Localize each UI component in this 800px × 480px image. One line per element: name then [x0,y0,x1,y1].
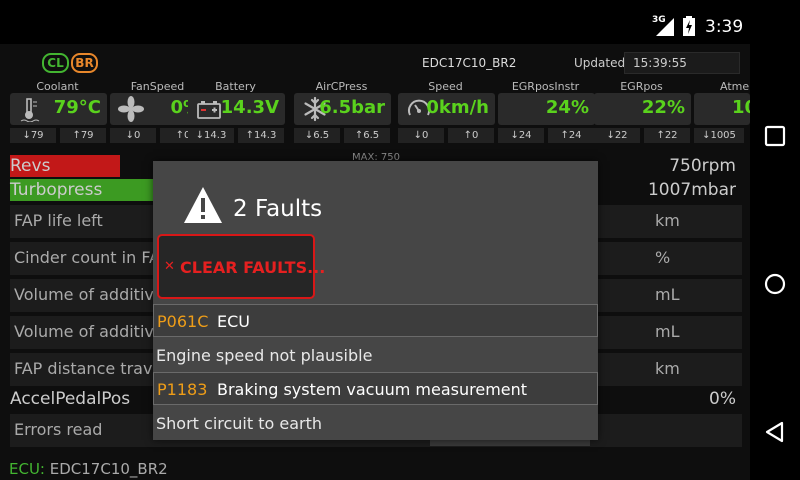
gauge-box: 10 [694,93,750,125]
gauge-value: 24% [545,97,589,118]
gauge-max: ↑24 [548,128,594,143]
row-label: FAP distance travell [14,359,172,378]
fault-module: Braking system vacuum measurement [217,380,528,399]
fault-description-row[interactable]: Short circuit to earth [153,407,598,440]
gauge-min: ↓22 [594,128,640,143]
row-unit: % [655,248,671,267]
ecu-footer: ECU: EDC17C10_BR2 [9,460,168,478]
gauge-coolant[interactable]: Coolant 79°C ↓79 ↑79 [8,80,107,146]
gauge-label: Atme [720,80,750,93]
clear-faults-label: CLEAR FAULTS... [180,258,326,277]
gauge-value: 10 [732,97,750,118]
faults-dialog: 2 Faults ✕ CLEAR FAULTS... P061C ECU Eng… [153,161,598,440]
gauge-atme[interactable]: Atme 10 ↓1005 [692,80,750,146]
fault-description-row[interactable]: Engine speed not plausible [153,339,598,372]
row-label: Turbopress [10,180,103,200]
gauge-value: 0km/h [426,97,489,118]
row-unit: mL [655,285,680,304]
gauge-egrpos[interactable]: EGRpos 22% ↓22 ↑22 [592,80,691,146]
gauge-box: 24% [498,93,595,125]
gauge-battery[interactable]: Battery 14.3V ↓14.3 ↑14.3 [186,80,285,146]
gauge-label: Battery [215,80,256,93]
row-label: Volume of additive [14,285,164,304]
row-unit: mL [655,322,680,341]
gauge-box: 0km/h [398,93,495,125]
gauge-max: ↑14.3 [238,128,284,143]
gauge-box: 6.5bar [294,93,391,125]
gauge-max: ↑0 [448,128,494,143]
gauge-label: Coolant [36,80,79,93]
cl-badge: CL [42,53,69,73]
gauge-value: 79°C [53,97,101,118]
gauge-label: AirCPress [315,80,368,93]
gauge-min: ↓0 [110,128,156,143]
gauge-box: 22% [594,93,691,125]
gauge-speed[interactable]: Speed 0km/h ↓0 ↑0 [396,80,495,146]
gauge-min: ↓14.3 [188,128,234,143]
thermometer-icon [20,98,40,122]
gauge-label: Speed [428,80,463,93]
navigation-bar [750,44,800,480]
gauge-min: ↓0 [398,128,444,143]
gauge-min: ↓1005 [694,128,744,143]
updated-label: Updated: [574,56,630,70]
ecu-value: EDC17C10_BR2 [49,460,168,478]
row-unit: km [655,211,680,230]
fault-code-row[interactable]: P1183 Braking system vacuum measurement [153,372,598,405]
br-badge: BR [71,53,98,73]
fan-icon [118,96,144,122]
gauge-egrposinstr[interactable]: EGRposInstr 24% ↓24 ↑24 [496,80,595,146]
row-label: AccelPedalPos [10,389,131,409]
gauge-value: 22% [641,97,685,118]
row-value: 0% [709,389,736,409]
gauge-box: 14.3V [188,93,285,125]
back-icon[interactable] [763,420,787,444]
gauge-value: 6.5bar [319,97,385,118]
gauge-max: ↑79 [60,128,106,143]
clear-faults-button[interactable]: ✕ CLEAR FAULTS... [157,234,325,299]
screen: 3G 3:39 CL BR EDC17C10_BR2 Updated: 15:3… [0,0,800,480]
row-value: 1007mbar [647,180,736,200]
gauge-min: ↓79 [10,128,56,143]
row-value: 750rpm [669,156,736,176]
row-label: FAP life left [14,211,103,230]
ecu-title: EDC17C10_BR2 [422,56,517,70]
row-label: Errors read [14,420,103,439]
clock: 3:39 [705,17,744,37]
updated-time: 15:39:55 [624,52,740,74]
row-label: Cinder count in FAP [14,248,170,267]
home-icon[interactable] [763,272,787,296]
gauge-min: ↓24 [498,128,544,143]
fault-description: Short circuit to earth [156,414,323,433]
row-label: Volume of additive [14,322,164,341]
gauge-max: ↑22 [644,128,690,143]
clear-icon: ✕ [164,259,175,274]
gauge-box: 79°C [10,93,107,125]
signal-icon [656,18,674,36]
warning-icon [184,187,222,223]
row-label: Revs [10,156,51,176]
gauge-label: EGRpos [620,80,663,93]
gauge-label: EGRposInstr [511,80,580,93]
gauge-min: ↓6.5 [294,128,340,143]
fault-module: ECU [217,312,250,331]
gauge-aircpress[interactable]: AirCPress 6.5bar ↓6.5 ↑6.5 [292,80,391,146]
fault-description: Engine speed not plausible [156,346,373,365]
status-bar: 3G 3:39 [0,0,800,44]
ecu-key: ECU: [9,460,45,478]
recent-apps-icon[interactable] [763,124,787,148]
gauge-max: ↑6.5 [344,128,390,143]
battery-status-icon [683,16,695,36]
fault-code: P1183 [157,380,208,399]
row-unit: km [655,359,680,378]
fault-code-row[interactable]: P061C ECU [153,304,598,337]
dialog-title: 2 Faults [233,196,323,222]
gauge-value: 14.3V [220,97,279,118]
fault-code: P061C [157,312,209,331]
battery-icon [197,101,221,119]
